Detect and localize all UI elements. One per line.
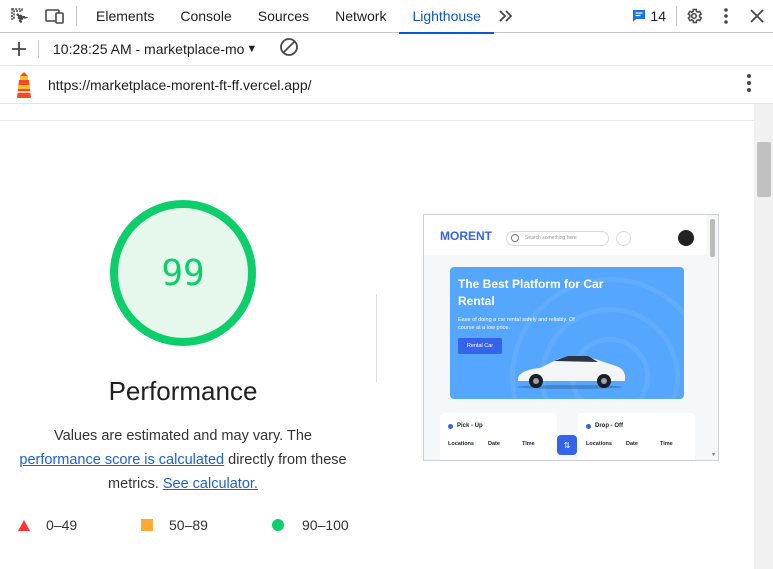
clear-all-icon[interactable]	[279, 37, 299, 62]
thumb-dropoff-text: Drop - Off	[595, 423, 623, 429]
report-select[interactable]: 10:28:25 AM - marketplace-mo ▼	[39, 41, 259, 57]
device-toolbar-icon[interactable]	[38, 0, 72, 33]
final-screenshot-thumbnail[interactable]: MORENT Search something here The Best Pl…	[423, 214, 719, 461]
report-url-bar: https://marketplace-morent-ft-ff.vercel.…	[0, 66, 773, 104]
thumb-pickup-text: Pick - Up	[457, 423, 483, 429]
legend-average: 50–89	[141, 517, 208, 533]
devtools-tabbar: Elements Console Sources Network Lightho…	[0, 0, 773, 34]
thumb-car-image	[518, 356, 625, 389]
close-icon[interactable]	[741, 0, 773, 33]
settings-gear-icon[interactable]	[677, 0, 711, 33]
performance-score-gauge[interactable]: 99	[110, 200, 256, 346]
issues-counter[interactable]: 14	[622, 8, 676, 24]
desc-prefix: Values are estimated and may vary. The	[54, 428, 312, 444]
tab-console[interactable]: Console	[167, 0, 244, 33]
thumb-radio-dot-icon	[586, 423, 591, 429]
thumb-banner-subtitle: Ease of doing a car rental safely and re…	[458, 317, 575, 331]
report-content: 99 Performance Values are estimated and …	[0, 104, 754, 569]
legend-average-range: 50–89	[169, 517, 208, 533]
report-select-label: 10:28:25 AM - marketplace-mo	[53, 41, 245, 57]
thumb-search-input: Search something here	[506, 231, 609, 246]
thumb-scrollbar	[710, 219, 715, 257]
tab-lighthouse[interactable]: Lighthouse	[399, 0, 494, 34]
thumb-col-time: Time	[660, 441, 673, 447]
legend-pass: 90–100	[272, 517, 349, 533]
thumb-pickup-card: Pick - Up Locations Date Time	[440, 413, 557, 460]
tabbar-divider	[76, 6, 77, 26]
legend-pass-range: 90–100	[302, 517, 349, 533]
see-calculator-link[interactable]: See calculator.	[163, 476, 258, 492]
tab-sources[interactable]: Sources	[245, 0, 322, 33]
thumb-col-locations: Locations	[586, 441, 612, 447]
thumb-rental-car-button: Rental Car	[458, 338, 502, 354]
thumb-site-header: MORENT Search something here	[424, 215, 706, 255]
report-top-divider	[0, 120, 754, 121]
thumb-col-locations: Locations	[448, 441, 474, 447]
thumb-scroll-down-icon: ▾	[711, 452, 715, 458]
thumb-filter-icon	[616, 231, 631, 246]
issues-count: 14	[650, 8, 666, 24]
legend-fail: 0–49	[18, 517, 77, 533]
issues-icon	[633, 10, 646, 22]
report-vertical-divider	[376, 294, 377, 382]
tab-network[interactable]: Network	[322, 0, 399, 33]
thumb-banner-title: The Best Platform for Car Rental	[458, 277, 604, 308]
pass-circle-icon	[272, 519, 284, 531]
lighthouse-toolbar: 10:28:25 AM - marketplace-mo ▼	[0, 33, 773, 66]
fail-triangle-icon	[18, 519, 30, 531]
inspect-element-icon[interactable]	[0, 0, 38, 33]
thumb-col-time: Time	[522, 441, 535, 447]
caret-down-icon: ▼	[246, 43, 258, 55]
average-square-icon	[141, 519, 153, 531]
thumb-avatar	[678, 230, 694, 246]
legend-fail-range: 0–49	[46, 517, 78, 533]
thumb-col-date: Date	[626, 441, 638, 447]
thumb-dropoff-label: Drop - Off	[586, 423, 623, 429]
report-scrollbar-thumb[interactable]	[757, 142, 771, 197]
thumb-hero-banner: The Best Platform for Car Rental Ease of…	[450, 267, 684, 399]
thumb-logo: MORENT	[440, 229, 492, 243]
performance-score-link[interactable]: performance score is calculated	[19, 452, 224, 468]
lighthouse-logo-icon	[0, 71, 48, 99]
thumb-dropoff-card: Drop - Off Locations Date Time	[578, 413, 695, 460]
thumb-pickup-label: Pick - Up	[448, 423, 483, 429]
report-url[interactable]: https://marketplace-morent-ft-ff.vercel.…	[48, 77, 312, 93]
thumb-radio-dot-icon	[448, 423, 453, 429]
thumb-swap-arrows-icon: ⇅	[557, 435, 577, 455]
report-scrollbar[interactable]	[754, 104, 773, 569]
category-title: Performance	[108, 376, 258, 406]
performance-score: 99	[161, 252, 205, 294]
report-menu-kebab-icon[interactable]	[747, 74, 751, 97]
new-report-plus-icon[interactable]	[0, 42, 38, 56]
tab-elements[interactable]: Elements	[83, 0, 167, 33]
score-description: Values are estimated and may vary. The p…	[12, 424, 354, 496]
more-options-kebab-icon[interactable]	[711, 0, 741, 33]
score-legend: 0–49 50–89 90–100	[0, 517, 370, 537]
thumb-col-date: Date	[488, 441, 500, 447]
more-tabs-chevron-icon[interactable]	[494, 0, 518, 33]
